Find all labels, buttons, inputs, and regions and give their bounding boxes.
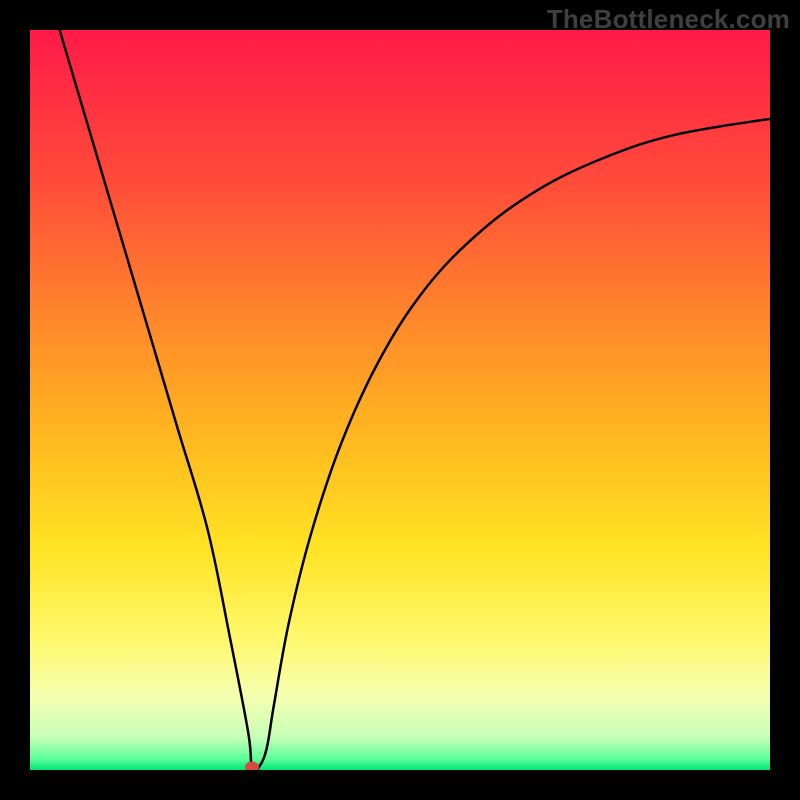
gradient-rect [30, 30, 770, 770]
chart-frame: TheBottleneck.com [0, 0, 800, 800]
chart-plot [30, 30, 770, 770]
